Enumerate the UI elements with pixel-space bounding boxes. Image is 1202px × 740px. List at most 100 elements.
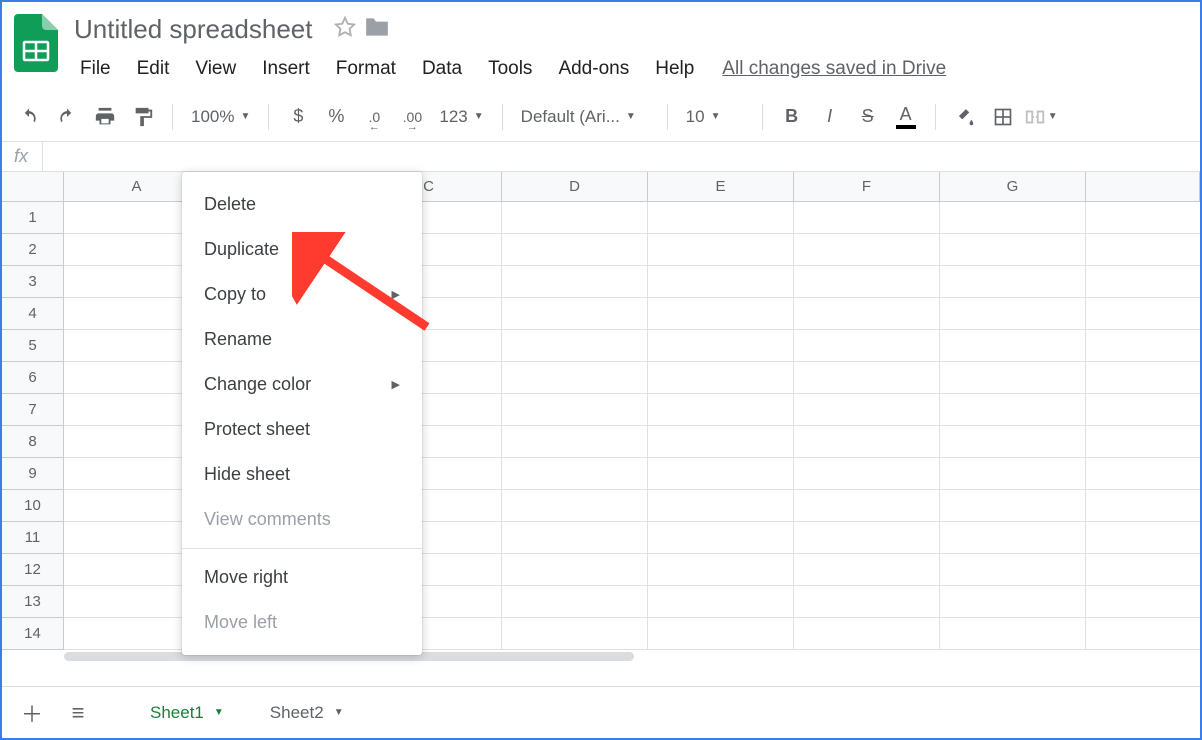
format-currency-button[interactable]: $ xyxy=(281,100,315,134)
cell[interactable] xyxy=(940,554,1086,586)
merge-cells-button[interactable]: ▼ xyxy=(1024,100,1058,134)
row-header[interactable]: 11 xyxy=(2,522,64,554)
cell[interactable] xyxy=(502,490,648,522)
cell[interactable] xyxy=(940,266,1086,298)
menu-addons[interactable]: Add-ons xyxy=(546,52,641,86)
cell[interactable] xyxy=(648,330,794,362)
cell[interactable] xyxy=(648,266,794,298)
strikethrough-button[interactable]: S xyxy=(851,100,885,134)
cell[interactable] xyxy=(940,330,1086,362)
col-header[interactable]: F xyxy=(794,172,940,201)
format-percent-button[interactable]: % xyxy=(319,100,353,134)
ctx-delete[interactable]: Delete xyxy=(182,182,422,227)
font-dropdown[interactable]: Default (Ari...▼ xyxy=(515,107,655,127)
row-header[interactable]: 7 xyxy=(2,394,64,426)
fill-color-button[interactable] xyxy=(948,100,982,134)
menu-format[interactable]: Format xyxy=(324,52,408,86)
menu-insert[interactable]: Insert xyxy=(250,52,322,86)
menu-data[interactable]: Data xyxy=(410,52,474,86)
cell[interactable] xyxy=(940,618,1086,650)
formula-input[interactable] xyxy=(42,142,1188,171)
increase-decimal-button[interactable]: .00→ xyxy=(395,100,429,134)
all-sheets-button[interactable]: ≡ xyxy=(58,693,98,733)
ctx-duplicate[interactable]: Duplicate xyxy=(182,227,422,272)
cell[interactable] xyxy=(648,362,794,394)
ctx-copy-to[interactable]: Copy to▶ xyxy=(182,272,422,317)
cell[interactable] xyxy=(794,586,940,618)
tab-dropdown-icon[interactable]: ▼ xyxy=(214,707,224,718)
cell[interactable] xyxy=(648,554,794,586)
folder-icon[interactable] xyxy=(364,16,390,43)
row-header[interactable]: 9 xyxy=(2,458,64,490)
print-button[interactable] xyxy=(88,100,122,134)
save-status[interactable]: All changes saved in Drive xyxy=(722,52,946,86)
more-formats-dropdown[interactable]: 123▼ xyxy=(433,107,489,127)
add-sheet-button[interactable]: ＋ xyxy=(12,693,52,733)
row-header[interactable]: 3 xyxy=(2,266,64,298)
menu-help[interactable]: Help xyxy=(643,52,706,86)
cell[interactable] xyxy=(940,458,1086,490)
cell[interactable] xyxy=(940,426,1086,458)
tab-dropdown-icon[interactable]: ▼ xyxy=(334,707,344,718)
cell[interactable] xyxy=(794,202,940,234)
menu-view[interactable]: View xyxy=(183,52,248,86)
cell[interactable] xyxy=(648,234,794,266)
cell[interactable] xyxy=(794,618,940,650)
cell[interactable] xyxy=(502,298,648,330)
cell[interactable] xyxy=(940,234,1086,266)
ctx-protect-sheet[interactable]: Protect sheet xyxy=(182,407,422,452)
cell[interactable] xyxy=(940,202,1086,234)
redo-button[interactable] xyxy=(50,100,84,134)
ctx-change-color[interactable]: Change color▶ xyxy=(182,362,422,407)
cell[interactable] xyxy=(502,586,648,618)
cell[interactable] xyxy=(502,362,648,394)
ctx-move-right[interactable]: Move right xyxy=(182,555,422,600)
cell[interactable] xyxy=(648,618,794,650)
text-color-button[interactable]: A xyxy=(889,100,923,134)
menu-file[interactable]: File xyxy=(68,52,123,86)
cell[interactable] xyxy=(648,394,794,426)
cell[interactable] xyxy=(794,490,940,522)
cell[interactable] xyxy=(502,426,648,458)
select-all-corner[interactable] xyxy=(2,172,64,201)
row-header[interactable]: 8 xyxy=(2,426,64,458)
ctx-rename[interactable]: Rename xyxy=(182,317,422,362)
cell[interactable] xyxy=(502,618,648,650)
cell[interactable] xyxy=(648,490,794,522)
italic-button[interactable]: I xyxy=(813,100,847,134)
cell[interactable] xyxy=(794,330,940,362)
row-header[interactable]: 10 xyxy=(2,490,64,522)
menu-tools[interactable]: Tools xyxy=(476,52,544,86)
cell[interactable] xyxy=(502,522,648,554)
zoom-dropdown[interactable]: 100%▼ xyxy=(185,107,256,127)
star-icon[interactable] xyxy=(334,16,356,43)
cell[interactable] xyxy=(794,394,940,426)
cell[interactable] xyxy=(648,586,794,618)
cell[interactable] xyxy=(940,362,1086,394)
cell[interactable] xyxy=(940,394,1086,426)
undo-button[interactable] xyxy=(12,100,46,134)
row-header[interactable]: 13 xyxy=(2,586,64,618)
cell[interactable] xyxy=(502,234,648,266)
row-header[interactable]: 12 xyxy=(2,554,64,586)
row-header[interactable]: 4 xyxy=(2,298,64,330)
cell[interactable] xyxy=(940,298,1086,330)
document-title[interactable]: Untitled spreadsheet xyxy=(74,14,312,45)
cell[interactable] xyxy=(940,490,1086,522)
paint-format-button[interactable] xyxy=(126,100,160,134)
sheet-tab-active[interactable]: Sheet1▼ xyxy=(130,687,244,739)
borders-button[interactable] xyxy=(986,100,1020,134)
cell[interactable] xyxy=(940,522,1086,554)
cell[interactable] xyxy=(648,426,794,458)
cell[interactable] xyxy=(502,458,648,490)
col-header[interactable]: G xyxy=(940,172,1086,201)
col-header[interactable]: E xyxy=(648,172,794,201)
cell[interactable] xyxy=(794,266,940,298)
cell[interactable] xyxy=(648,522,794,554)
bold-button[interactable]: B xyxy=(775,100,809,134)
cell[interactable] xyxy=(648,298,794,330)
cell[interactable] xyxy=(648,202,794,234)
cell[interactable] xyxy=(502,330,648,362)
cell[interactable] xyxy=(794,458,940,490)
row-header[interactable]: 6 xyxy=(2,362,64,394)
